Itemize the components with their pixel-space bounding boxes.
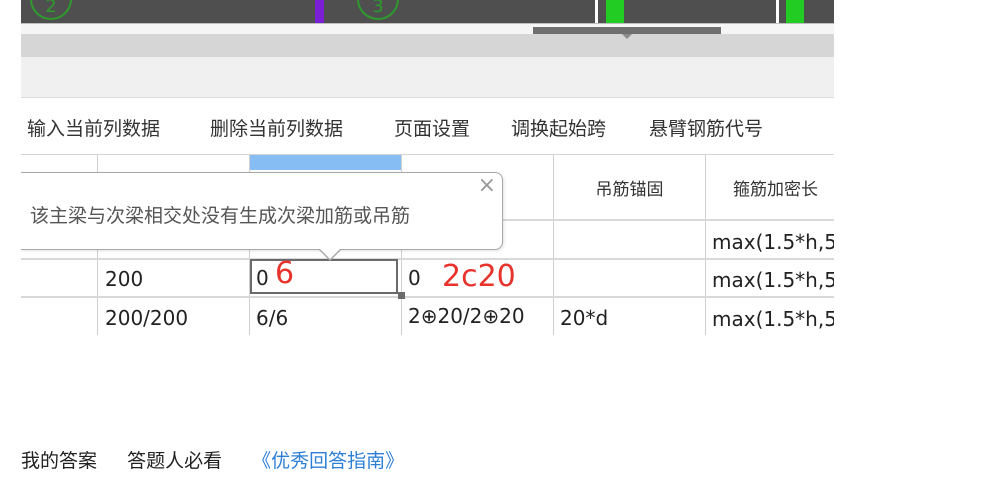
- active-edit-cell[interactable]: [250, 259, 398, 294]
- horizontal-scrollbar[interactable]: [21, 27, 834, 57]
- warning-tooltip: 该主梁与次梁相交处没有生成次梁加筋或吊筋 ×: [21, 172, 503, 250]
- table-cell[interactable]: 20*d: [560, 306, 608, 330]
- close-icon[interactable]: ×: [478, 175, 496, 197]
- red-annotation: 6: [275, 256, 295, 291]
- menu-input-column-data[interactable]: 输入当前列数据: [27, 114, 160, 141]
- white-marker: [595, 0, 598, 23]
- header-hanger-anchorage[interactable]: 吊筋锚固: [554, 155, 705, 219]
- software-screenshot: 2 3 输入当前列数据 删除当前列数据 页面设置 调换起始跨 悬臂钢筋代号 吊筋…: [21, 0, 834, 335]
- green-rebar-mark: [786, 0, 804, 23]
- axis-label-3: 3: [372, 0, 384, 17]
- table-cell[interactable]: max(1.5*h,5: [712, 307, 834, 331]
- table-cell[interactable]: 200: [105, 267, 143, 291]
- table-cell[interactable]: max(1.5*h,5: [712, 230, 834, 254]
- excellent-answer-guide-link[interactable]: 《优秀回答指南》: [252, 450, 404, 472]
- white-marker: [776, 0, 779, 23]
- axis-bubble-2: 2: [30, 0, 72, 20]
- red-annotation: 2c20: [442, 259, 516, 294]
- menu-page-setup[interactable]: 页面设置: [394, 114, 470, 141]
- menu-delete-column-data[interactable]: 删除当前列数据: [210, 114, 343, 141]
- green-rebar-mark: [606, 0, 624, 23]
- table-cell-editing-value[interactable]: 0: [256, 266, 269, 290]
- selected-column-indicator: [249, 155, 401, 170]
- my-answer-tab[interactable]: 我的答案: [21, 450, 97, 472]
- panel-spacer: [21, 57, 834, 98]
- row-divider: [21, 258, 834, 260]
- answer-footer: 我的答案 答题人必看 《优秀回答指南》: [21, 446, 404, 473]
- row-divider: [21, 296, 834, 298]
- axis-bubble-3: 3: [357, 0, 399, 20]
- menu-cantilever-rebar-code[interactable]: 悬臂钢筋代号: [649, 114, 763, 141]
- menu-swap-start-span[interactable]: 调换起始跨: [511, 114, 606, 141]
- drawing-canvas[interactable]: 2 3: [21, 0, 834, 23]
- table-cell[interactable]: max(1.5*h,5: [712, 268, 834, 292]
- tooltip-text: 该主梁与次梁相交处没有生成次梁加筋或吊筋: [30, 205, 411, 227]
- fill-handle[interactable]: [398, 292, 405, 299]
- header-stirrup-densified-length[interactable]: 箍筋加密长: [706, 155, 834, 219]
- table-cell[interactable]: 200/200: [105, 306, 188, 330]
- table-cell[interactable]: 0: [408, 266, 421, 290]
- table-cell[interactable]: 2⊕20/2⊕20: [408, 304, 525, 328]
- tooltip-pointer-fill: [320, 249, 340, 259]
- answerer-must-read-label: 答题人必看: [127, 450, 223, 472]
- axis-label-2: 2: [45, 0, 57, 17]
- scroll-down-arrow-icon[interactable]: [622, 34, 632, 39]
- scroll-thumb[interactable]: [533, 27, 721, 34]
- table-cell[interactable]: 6/6: [256, 306, 288, 330]
- purple-rebar-mark: [315, 0, 324, 23]
- menu-bar: 输入当前列数据 删除当前列数据 页面设置 调换起始跨 悬臂钢筋代号: [21, 98, 834, 155]
